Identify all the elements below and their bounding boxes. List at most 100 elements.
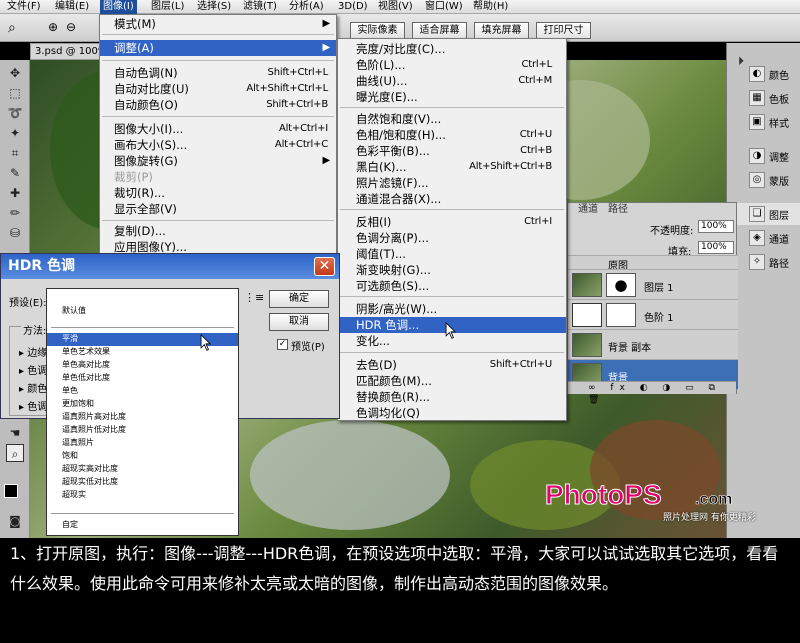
list-item[interactable]: 饱和 [47,450,238,463]
menu-analysis[interactable]: 分析(A) [286,0,327,14]
dock-item-color[interactable]: ◐ 颜色 [727,63,800,85]
layer-row[interactable]: 色阶 1 [568,299,738,329]
list-item[interactable]: 超现实低对比度 [47,476,238,489]
menu-item-canvas-size[interactable]: 画布大小(S)... Alt+Ctrl+C [100,137,336,153]
menu-item-selective-color[interactable]: 可选颜色(S)... [338,278,566,294]
document-tab[interactable]: 3.psd @ 100% [30,43,100,60]
list-item[interactable]: 逼真照片 [47,437,238,450]
menu-file[interactable]: 文件(F) [4,0,44,14]
menu-item-posterize[interactable]: 色调分离(P)... [338,230,566,246]
crop-tool-icon[interactable]: ⌗ [6,144,24,162]
menu-item-match-color[interactable]: 匹配颜色(M)... [338,373,566,389]
menu-item-duplicate[interactable]: 复制(D)... [100,223,336,239]
menu-item-auto-tone[interactable]: 自动色调(N) Shift+Ctrl+L [100,65,336,81]
list-item[interactable]: 自定 [47,519,238,532]
dock-item-styles[interactable]: ▣ 样式 [727,111,800,133]
menu-item-vibrance[interactable]: 自然饱和度(V)... [338,111,566,127]
menu-item-black-white[interactable]: 黑白(K)... Alt+Shift+Ctrl+B [338,159,566,175]
fill-screen-button[interactable]: 填充屏幕 [474,22,529,39]
menu-item-desaturate[interactable]: 去色(D) Shift+Ctrl+U [338,357,566,373]
layer-row[interactable]: 图层 1 [568,269,738,299]
menu-item-equalize[interactable]: 色调均化(Q) [338,405,566,421]
menu-item-replace-color[interactable]: 替换颜色(R)... [338,389,566,405]
brush-tool-icon[interactable]: ✏ [6,204,24,222]
menu-item-curves[interactable]: 曲线(U)... Ctrl+M [338,73,566,89]
tone-curve-toggle[interactable]: ▸ 色调 [19,398,47,413]
list-item[interactable]: 单色高对比度 [47,359,238,372]
list-item[interactable]: 逼真照片高对比度 [47,411,238,424]
fit-screen-button[interactable]: 适合屏幕 [412,22,467,39]
foreground-color-swatch[interactable] [4,484,18,498]
list-item[interactable]: 逼真照片低对比度 [47,424,238,437]
menu-item-hue-saturation[interactable]: 色相/饱和度(H)... Ctrl+U [338,127,566,143]
list-item[interactable]: 更加饱和 [47,398,238,411]
menu-item-levels[interactable]: 色阶(L)... Ctrl+L [338,57,566,73]
tab-channels[interactable]: 通道 [574,203,602,217]
menu-item-auto-contrast[interactable]: 自动对比度(U) Alt+Shift+Ctrl+L [100,81,336,97]
layers-footer-icons[interactable]: ∞ fx ◐ ◑ ▭ ⧉ 🗑 [568,381,736,405]
menu-item-image-size[interactable]: 图像大小(I)... Alt+Ctrl+I [100,121,336,137]
color-toggle[interactable]: ▸ 颜色 [19,380,47,395]
list-item[interactable]: 默认值 [47,305,238,318]
layer-row[interactable]: 原图 [568,255,738,272]
edge-glow-toggle[interactable]: ▸ 边缘 [19,344,47,359]
tone-toggle[interactable]: ▸ 色调 [19,362,47,377]
marquee-tool-icon[interactable]: ⬚ [6,84,24,102]
menu-image[interactable]: 图像(I) [100,0,137,14]
menu-item-auto-color[interactable]: 自动颜色(O) Shift+Ctrl+B [100,97,336,113]
cancel-button[interactable]: 取消 [269,313,329,331]
preset-options-icon[interactable]: ⋮≡ [244,291,264,304]
list-item[interactable]: 超现实 [47,489,238,502]
stamp-tool-icon[interactable]: ⛁ [6,224,24,242]
move-tool-icon[interactable]: ✥ [6,64,24,82]
menu-item-reveal-all[interactable]: 显示全部(V) [100,201,336,217]
menu-item-color-balance[interactable]: 色彩平衡(B)... Ctrl+B [338,143,566,159]
list-item[interactable]: 单色 [47,385,238,398]
menu-item-brightness-contrast[interactable]: 亮度/对比度(C)... [338,41,566,57]
zoom-tool-icon[interactable]: ⌕ [6,444,24,462]
print-size-button[interactable]: 打印尺寸 [536,22,591,39]
menu-item-channel-mixer[interactable]: 通道混合器(X)... [338,191,566,207]
dock-item-layers[interactable]: ❏ 图层 [727,203,800,225]
menu-window[interactable]: 窗口(W) [422,0,466,14]
menu-item-gradient-map[interactable]: 渐变映射(G)... [338,262,566,278]
opacity-input[interactable]: 100% [698,220,734,233]
preview-checkbox[interactable]: ✓ [277,339,288,350]
healing-brush-icon[interactable]: ✚ [6,184,24,202]
hand-tool-icon[interactable]: ☚ [6,424,24,442]
list-item[interactable]: 单色低对比度 [47,372,238,385]
fill-input[interactable]: 100% [698,241,734,254]
menu-filter[interactable]: 滤镜(T) [240,0,280,14]
actual-pixels-button[interactable]: 实际像素 [350,22,405,39]
tab-paths[interactable]: 路径 [604,203,632,217]
dock-item-swatches[interactable]: ▦ 色板 [727,87,800,109]
menu-item-threshold[interactable]: 阈值(T)... [338,246,566,262]
menu-view[interactable]: 视图(V) [375,0,416,14]
menu-3d[interactable]: 3D(D) [335,0,371,14]
menu-item-mode[interactable]: 模式(M) ▶ [100,16,336,32]
menu-item-image-rotation[interactable]: 图像旋转(G) ▶ [100,153,336,169]
menu-help[interactable]: 帮助(H) [470,0,511,14]
list-item[interactable]: 超现实高对比度 [47,463,238,476]
eyedropper-icon[interactable]: ✎ [6,164,24,182]
dock-item-masks[interactable]: ◎ 蒙版 [727,169,800,191]
magic-wand-icon[interactable]: ✦ [6,124,24,142]
menu-select[interactable]: 选择(S) [194,0,234,14]
ok-button[interactable]: 确定 [269,290,329,308]
lasso-tool-icon[interactable]: ➰ [6,104,24,122]
menu-edit[interactable]: 编辑(E) [52,0,92,14]
zoom-in-icon[interactable]: ⊕ [48,20,58,34]
quick-mask-icon[interactable]: ◙ [6,512,24,530]
dock-item-channels[interactable]: ◈ 通道 [727,227,800,249]
zoom-out-icon[interactable]: ⊖ [66,20,76,34]
zoom-tool-icon[interactable]: ⌕ [8,20,16,36]
menu-item-trim[interactable]: 裁切(R)... [100,185,336,201]
menu-item-shadows-highlights[interactable]: 阴影/高光(W)... [338,301,566,317]
close-icon[interactable]: ✕ [314,257,335,276]
menu-item-adjustments[interactable]: 调整(A) ▶ [100,40,336,56]
menu-layer[interactable]: 图层(L) [148,0,187,14]
layer-row[interactable]: 背景 副本 [568,329,738,359]
menu-item-exposure[interactable]: 曝光度(E)... [338,89,566,105]
dock-item-adjustments[interactable]: ◑ 调整 [727,145,800,167]
menu-item-photo-filter[interactable]: 照片滤镜(F)... [338,175,566,191]
